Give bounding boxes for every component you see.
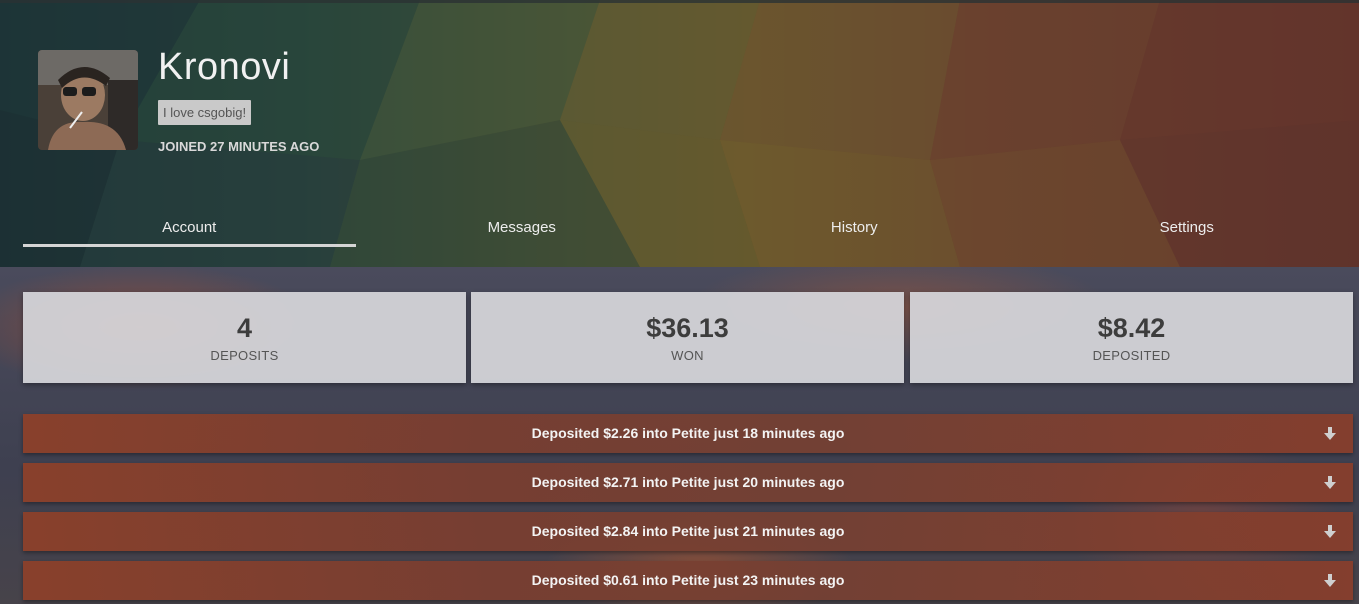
arrow-down-icon[interactable]	[1323, 573, 1337, 588]
stat-label: DEPOSITED	[1092, 348, 1171, 363]
stat-value: $8.42	[1097, 313, 1166, 343]
deposit-row[interactable]: Deposited $2.84 into Petite just 21 minu…	[23, 512, 1353, 551]
tab-settings[interactable]: Settings	[1021, 212, 1354, 248]
profile-tabs: Account Messages History Settings	[23, 212, 1353, 248]
tab-label: History	[830, 219, 878, 236]
tab-label: Account	[162, 219, 217, 236]
deposit-text: Deposited $2.71 into Petite just 20 minu…	[531, 474, 845, 490]
deposit-row[interactable]: Deposited $2.26 into Petite just 18 minu…	[23, 414, 1353, 453]
deposit-text: Deposited $0.61 into Petite just 23 minu…	[531, 572, 845, 588]
user-photo-icon	[38, 50, 138, 150]
stat-value: $36.13	[646, 313, 729, 343]
stat-card-deposited: $8.42 DEPOSITED	[910, 292, 1353, 383]
arrow-down-icon[interactable]	[1323, 426, 1337, 441]
deposit-list: Deposited $2.26 into Petite just 18 minu…	[23, 414, 1353, 604]
stat-card-won: $36.13 WON	[471, 292, 904, 383]
tab-label: Settings	[1159, 219, 1214, 236]
deposit-text: Deposited $2.84 into Petite just 21 minu…	[531, 523, 845, 539]
arrow-down-icon[interactable]	[1323, 524, 1337, 539]
tab-messages[interactable]: Messages	[356, 212, 689, 248]
tab-label: Messages	[487, 219, 556, 236]
deposit-row[interactable]: Deposited $2.71 into Petite just 20 minu…	[23, 463, 1353, 502]
deposit-text: Deposited $2.26 into Petite just 18 minu…	[531, 425, 845, 441]
tab-history[interactable]: History	[688, 212, 1021, 248]
username: Kronovi	[158, 46, 291, 88]
deposit-row[interactable]: Deposited $0.61 into Petite just 23 minu…	[23, 561, 1353, 600]
stat-value: 4	[236, 313, 253, 343]
stat-card-deposits: 4 DEPOSITS	[23, 292, 466, 383]
bio-text: I love csgobig!	[158, 100, 252, 125]
joined-time: JOINED 27 MINUTES AGO	[158, 139, 320, 154]
header-top-border	[0, 0, 1359, 3]
tab-account[interactable]: Account	[23, 212, 356, 248]
stat-label: WON	[671, 348, 704, 363]
avatar[interactable]	[38, 50, 138, 150]
stat-label: DEPOSITS	[210, 348, 279, 363]
stats-row: 4 DEPOSITS $36.13 WON $8.42 DEPOSITED	[23, 292, 1353, 383]
arrow-down-icon[interactable]	[1323, 475, 1337, 490]
